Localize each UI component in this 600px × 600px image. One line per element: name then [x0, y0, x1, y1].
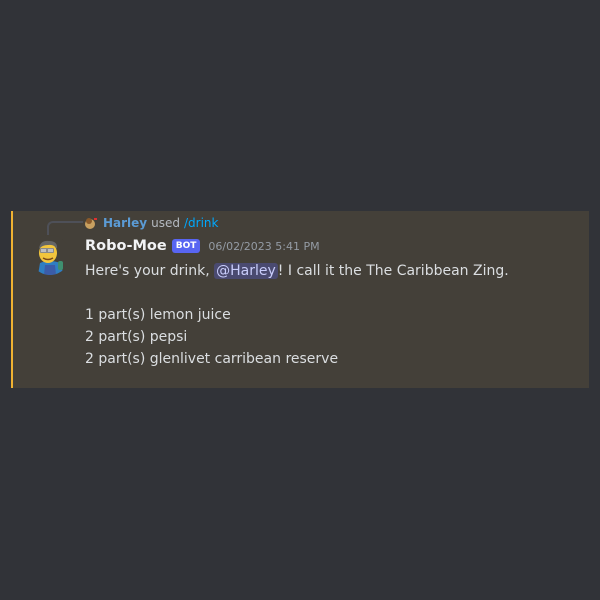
slash-command-link[interactable]: /drink — [184, 216, 218, 230]
message-content: Here's your drink, @Harley! I call it th… — [85, 260, 509, 370]
reply-used-label: used — [151, 216, 180, 230]
ingredient-line: 2 part(s) pepsi — [85, 329, 188, 345]
author-username[interactable]: Robo-Moe — [85, 238, 167, 254]
ingredient-line: 1 part(s) lemon juice — [85, 307, 231, 323]
user-mention[interactable]: @Harley — [214, 263, 278, 279]
discord-channel-view: Harley used /drink Robo-Moe BOT 06/02/20… — [0, 0, 600, 600]
message-header: Robo-Moe BOT 06/02/2023 5:41 PM — [85, 237, 320, 255]
intro-text: Here's your drink, — [85, 263, 215, 279]
message-timestamp[interactable]: 06/02/2023 5:41 PM — [208, 240, 319, 253]
robo-moe-avatar[interactable] — [30, 235, 70, 275]
message-highlighted[interactable]: Harley used /drink Robo-Moe BOT 06/02/20… — [11, 211, 589, 388]
harley-avatar-icon[interactable] — [83, 215, 99, 231]
bot-badge: BOT — [171, 239, 201, 253]
message-intro-line: Here's your drink, @Harley! I call it th… — [85, 260, 509, 282]
intro-suffix-text: ! I call it the The Caribbean Zing. — [277, 263, 509, 279]
reply-username[interactable]: Harley — [103, 216, 147, 230]
ingredient-line: 2 part(s) glenlivet carribean reserve — [85, 351, 339, 367]
command-reply-bar[interactable]: Harley used /drink — [83, 215, 218, 231]
